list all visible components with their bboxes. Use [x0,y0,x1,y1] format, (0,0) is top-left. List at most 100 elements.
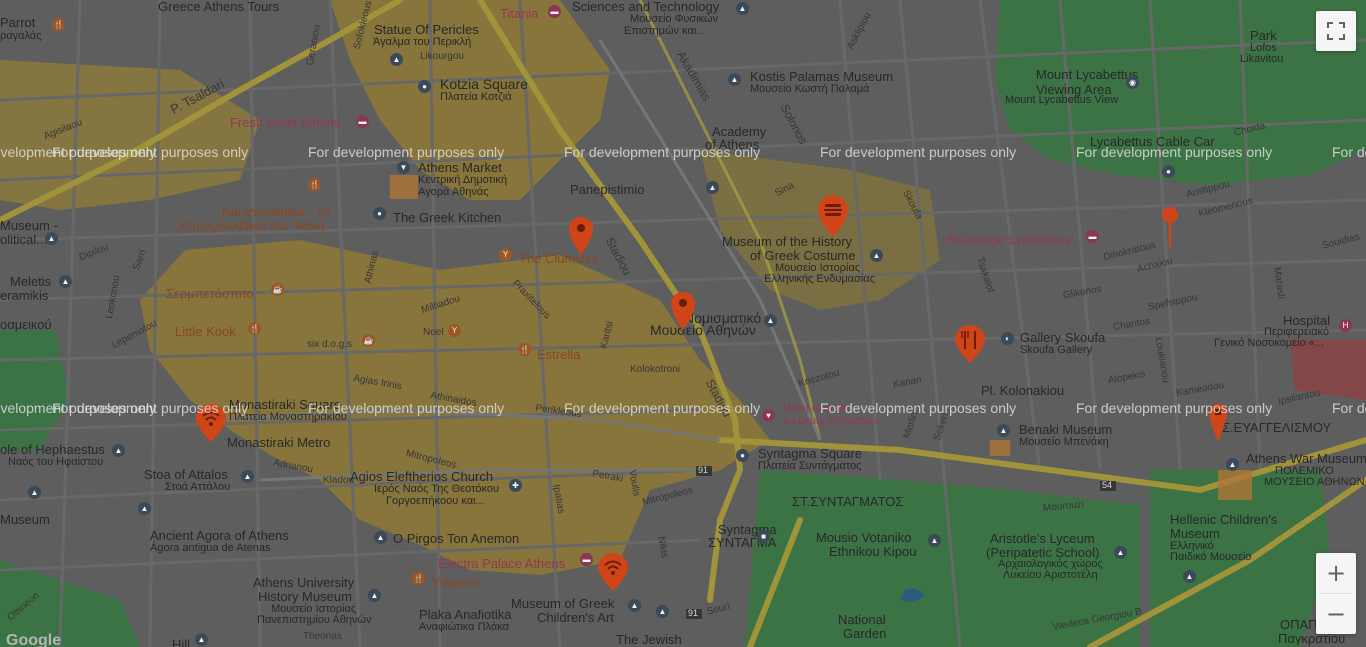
location-pin-icon[interactable] [567,215,595,257]
restaurant-icon[interactable]: 🍴 [308,178,321,191]
label-titania: Titania [500,6,539,21]
label-meletis3: οαμεικού [0,317,52,332]
fullscreen-icon [1327,22,1345,40]
zoom-controls: + − [1316,553,1356,634]
street-theorias: Theorias [303,631,342,642]
museum-icon[interactable]: ▲ [138,502,151,515]
label-greek-kitchen: The Greek Kitchen [393,210,502,225]
label-meletis: Meletis [10,274,52,289]
museum-icon[interactable]: ▲ [368,589,381,602]
zoom-in-button[interactable]: + [1316,553,1356,593]
hospital-icon[interactable]: H [1339,319,1352,332]
museum-icon[interactable]: ▲ [112,444,125,457]
label-aristotle-sub2: Λυκείου Αριστοτέλη [1003,569,1098,581]
hotel-icon[interactable]: ▬ [548,5,561,18]
label-uni-history-sub2: Πανεπιστημίου Αθηνών [257,614,372,626]
label-numismatic-sub: Μουσείο Αθηνών [650,322,756,338]
map[interactable]: 91 91 54 P. Tsaldari Stadiou Stadiou Aka… [0,0,1366,647]
wifi-pin-icon[interactable] [596,551,630,593]
label-eleftherios-sub: Ιερός Ναός Της Θεοτόκου [374,483,500,495]
landmark-icon[interactable]: ● [418,80,431,93]
hotel-icon[interactable]: ▬ [356,115,369,128]
label-st-syntagmatos: ΣΤ.ΣΥΝΤΑΓΜΑΤΟΣ [792,494,904,509]
art-gallery-icon[interactable]: ◐ [1001,332,1014,345]
label-kotzia: Kotzia Square [440,76,528,92]
museum-icon[interactable]: ▲ [997,424,1010,437]
watermark-text: For development purposes only [1332,400,1366,416]
bus-icon[interactable]: ■ [757,530,770,543]
museum-icon[interactable]: ▲ [656,605,669,618]
park-icon[interactable]: ● [736,449,749,462]
label-aristotle: Aristotle's Lyceum [990,531,1095,546]
museum-icon[interactable]: ▲ [390,53,403,66]
label-likourgou: Likourgou [420,51,464,62]
label-gallery-skoufa: Gallery Skoufa [1020,330,1106,345]
label-plaka-anafiotika: Plaka Anafiotika [419,607,512,622]
street-route-91b: 91 [688,608,699,618]
restaurant-pin-icon[interactable] [953,323,987,365]
label-syntagma-sq-sub: Πλατεία Συντάγματος [758,460,862,472]
church-icon[interactable]: ✚ [509,479,522,492]
label-museum-left: Museum [0,512,50,527]
label-karamanlidika: Karamanlidika - Τα [222,204,330,219]
attraction-icon[interactable]: ◉ [1126,76,1139,89]
place-icon[interactable]: ● [1162,165,1175,178]
label-kostis-palamas: Kostis Palamas Museum [750,69,894,84]
museum-icon[interactable]: ▲ [764,314,777,327]
label-museum-children2: Children's Art [537,610,614,625]
label-lycabettus-view3: Mount Lycabettus View [1005,94,1119,106]
hotel-icon[interactable]: ▬ [1086,230,1099,243]
cafe-icon[interactable]: ☕ [362,334,375,347]
bar-icon[interactable]: Y [499,248,512,261]
label-hospital-sub2: Γενικό Νοσοκομείο «... [1214,337,1325,349]
location-pin-icon[interactable] [669,290,697,332]
watermark-text: For development purposes only [1076,144,1273,160]
museum-icon[interactable]: ▲ [45,232,58,245]
museum-icon[interactable]: ▲ [1226,458,1239,471]
label-political: Museum - [0,218,58,233]
fullscreen-button[interactable] [1316,11,1356,51]
museum-icon[interactable]: ▲ [728,73,741,86]
museum-icon[interactable]: ▲ [1114,546,1127,559]
label-monastiraki-metro: Monastiraki Metro [227,435,331,450]
restaurant-icon[interactable]: 🍴 [518,343,531,356]
bar-icon[interactable]: Y [448,324,461,337]
museum-icon[interactable]: ▲ [628,599,641,612]
university-icon[interactable]: ▲ [706,181,719,194]
label-parrot-sub: ραγαλάς [0,30,42,42]
museum-icon[interactable]: ▲ [870,249,883,262]
restaurant-icon[interactable]: 🍴 [248,322,261,335]
museum-icon[interactable]: ▲ [59,275,72,288]
museum-icon[interactable]: ▲ [1183,570,1196,583]
label-history-costume-sub2: Ελληνικής Ενδυμασίας [764,273,875,285]
place-icon[interactable]: ● [373,207,386,220]
label-st-george: St George Lycabettus [946,232,1072,247]
cafe-icon[interactable]: ☕ [271,283,284,296]
label-national-garden: National [838,612,886,627]
label-athens-market-sub2: Αγορά Αθηνάς [418,186,489,198]
label-statue-pericles-sub: Άγαλμα του Περικλή [373,36,472,48]
green-west [0,330,70,450]
zoom-out-button[interactable]: − [1316,594,1356,634]
museum-icon[interactable]: ▲ [195,633,208,646]
label-kolonakiou: Pl. Kolonakiou [981,383,1065,398]
hotel-icon[interactable]: ♥ [762,409,775,422]
museum-icon[interactable]: ▲ [928,534,941,547]
burger-pin-icon[interactable] [816,193,850,239]
label-park: Park [1250,28,1277,43]
watermark-text: For development purposes only [1332,144,1366,160]
shopping-icon[interactable]: ▼ [397,161,410,174]
museum-icon[interactable]: ▲ [374,531,387,544]
museum-icon[interactable]: ▲ [241,470,254,483]
label-war-museum-sub2: ΜΟΥΣΕΙΟ ΑΘΗΝΩΝ [1264,476,1365,488]
hotel-icon[interactable]: ▬ [580,553,593,566]
label-pirgos: O Pirgos Ton Anemon [393,531,520,546]
restaurant-icon[interactable]: 🍴 [412,572,425,585]
thin-pin-icon[interactable] [1160,205,1180,249]
museum-icon[interactable]: ▲ [736,2,749,15]
restaurant-icon[interactable]: 🍴 [52,18,65,31]
label-hellenic-children2: Museum [1170,526,1220,541]
label-hephaestus: ole of Hephaestus [0,442,105,457]
museum-icon[interactable]: ▲ [28,486,41,499]
label-stoa-attalos: Stoa of Attalos [144,467,228,482]
